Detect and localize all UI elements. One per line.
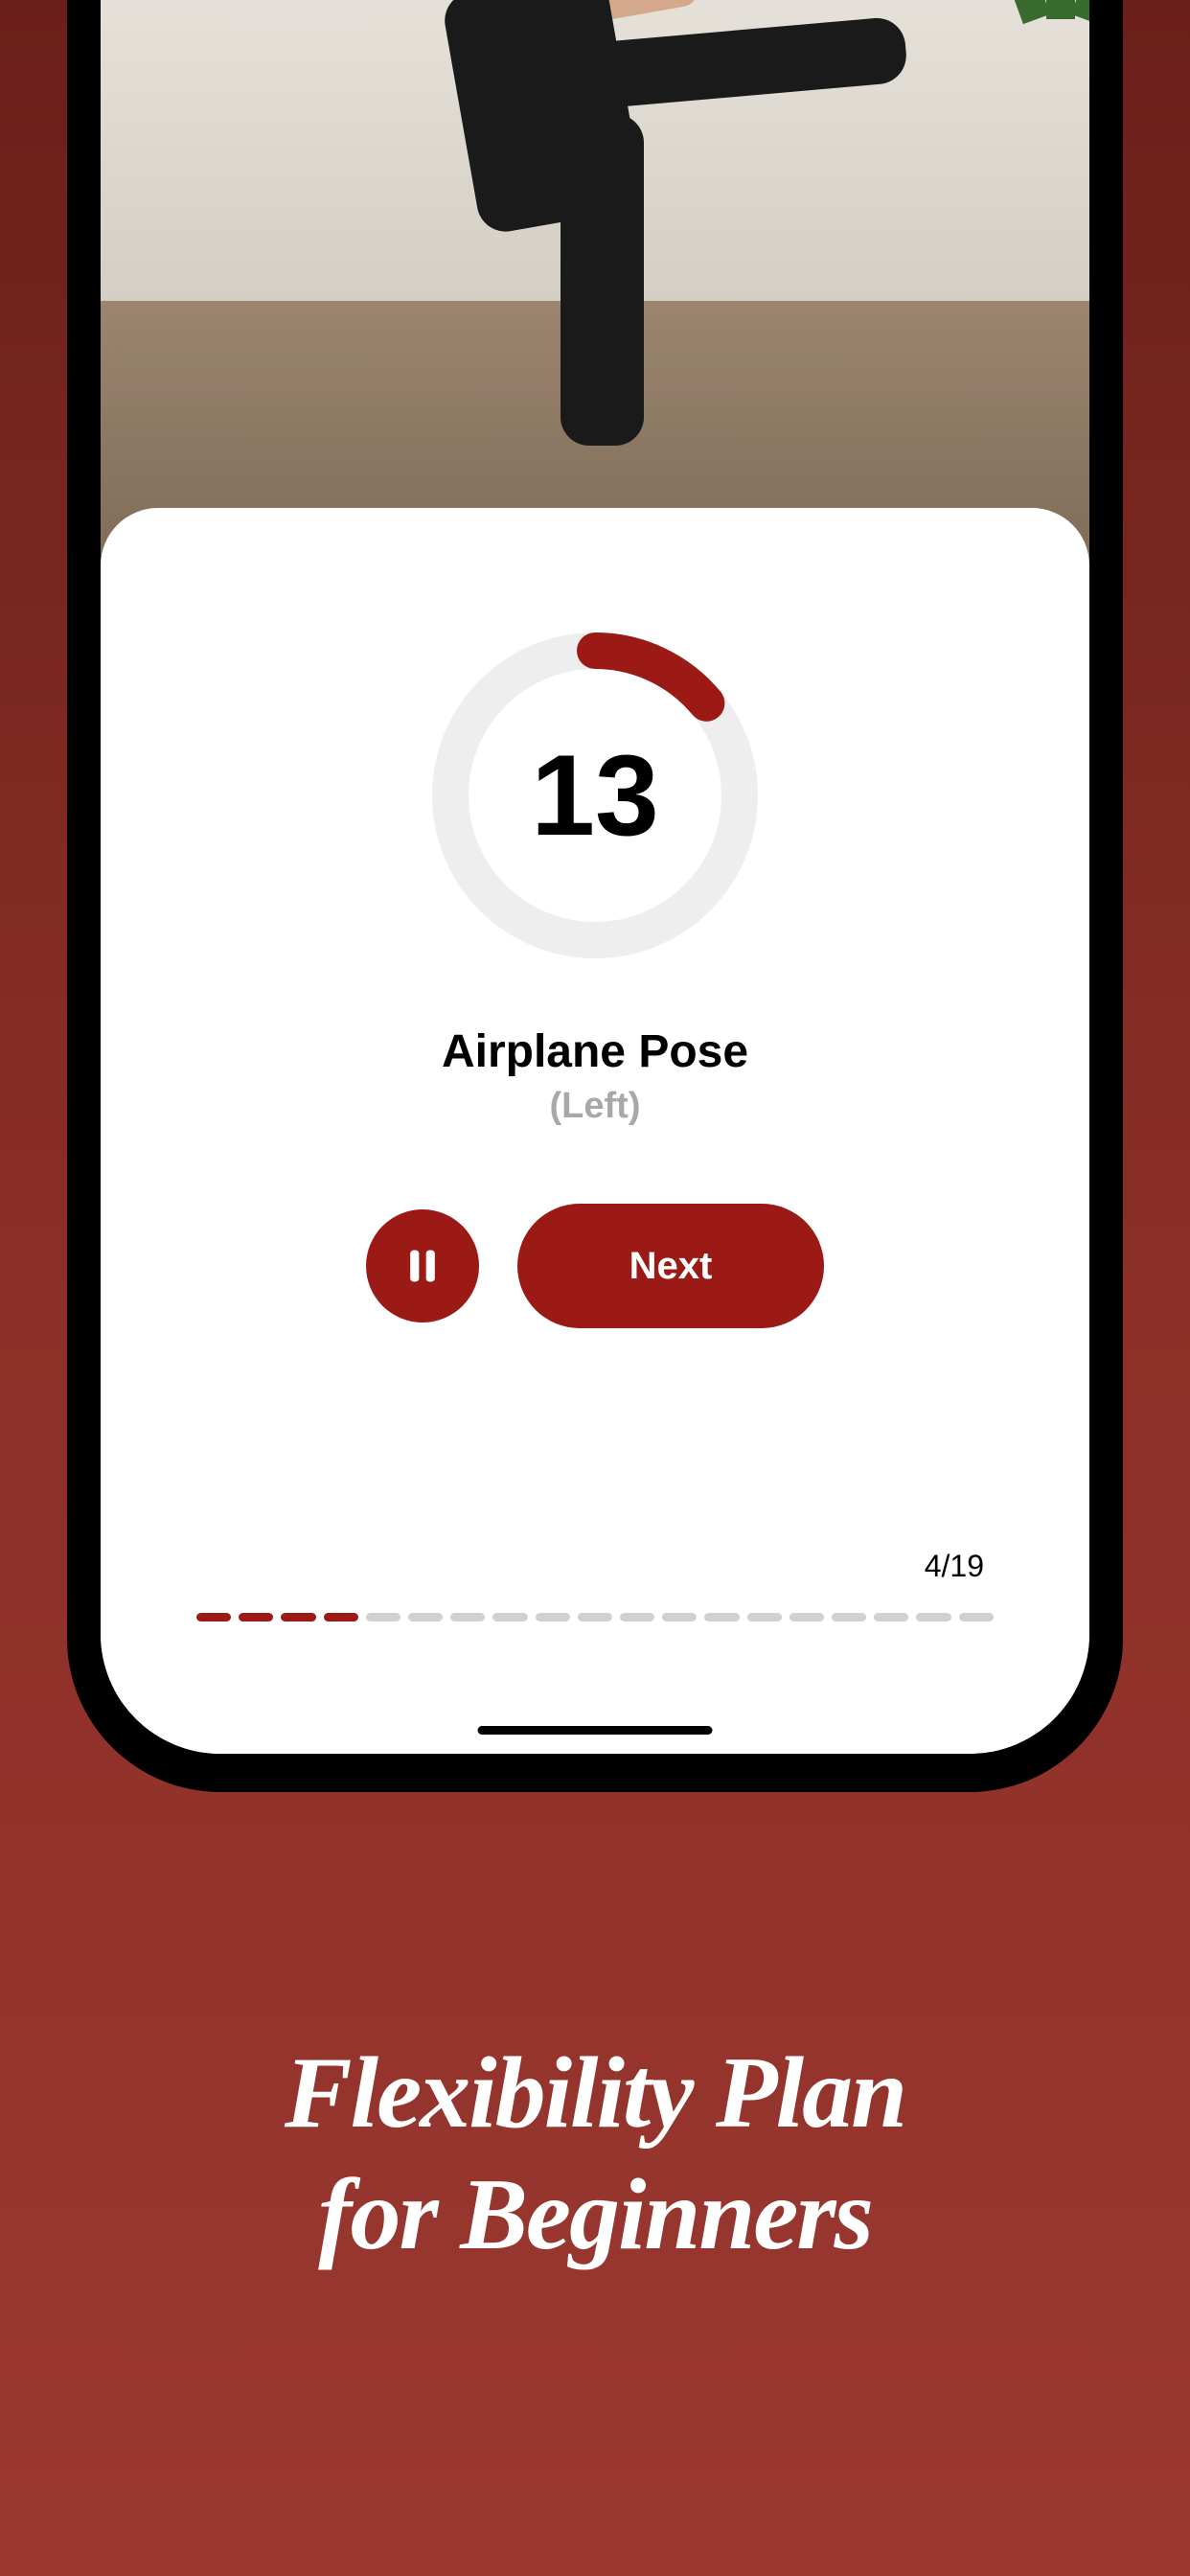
countdown-timer: 13 xyxy=(432,632,758,958)
progress-segment xyxy=(916,1613,950,1622)
step-counter: 4/19 xyxy=(925,1549,984,1584)
progress-segment xyxy=(790,1613,824,1622)
progress-segment xyxy=(366,1613,400,1622)
progress-segment xyxy=(959,1613,994,1622)
progress-segment xyxy=(536,1613,570,1622)
progress-segment xyxy=(239,1613,273,1622)
workout-card: 13 Airplane Pose (Left) Next 4/19 xyxy=(101,508,1089,1754)
progress-segment xyxy=(620,1613,654,1622)
progress-segment xyxy=(324,1613,358,1622)
home-indicator[interactable] xyxy=(478,1726,713,1735)
progress-segment xyxy=(281,1613,315,1622)
progress-segment xyxy=(832,1613,866,1622)
exercise-side: (Left) xyxy=(550,1086,641,1127)
progress-segment xyxy=(492,1613,527,1622)
pause-icon xyxy=(401,1245,444,1287)
progress-segment xyxy=(874,1613,908,1622)
player-controls: Next xyxy=(366,1204,824,1328)
pause-button[interactable] xyxy=(366,1209,479,1322)
marketing-line-2: for Beginners xyxy=(318,2158,872,2270)
next-button[interactable]: Next xyxy=(517,1204,824,1328)
progress-segment xyxy=(408,1613,443,1622)
exercise-demonstration-image xyxy=(101,0,1089,594)
marketing-line-1: Flexibility Plan xyxy=(285,2036,905,2149)
progress-bar xyxy=(196,1613,994,1622)
progress-segment xyxy=(578,1613,612,1622)
phone-frame: 13 Airplane Pose (Left) Next 4/19 xyxy=(67,0,1123,1792)
phone-screen: 13 Airplane Pose (Left) Next 4/19 xyxy=(101,0,1089,1754)
progress-segment xyxy=(196,1613,231,1622)
progress-segment xyxy=(704,1613,739,1622)
progress-segment xyxy=(747,1613,782,1622)
exercise-name: Airplane Pose xyxy=(442,1025,748,1078)
workout-progress: 4/19 xyxy=(149,1549,1041,1622)
progress-segment xyxy=(450,1613,485,1622)
progress-segment xyxy=(662,1613,697,1622)
marketing-tagline: Flexibility Plan for Beginners xyxy=(0,2032,1190,2275)
